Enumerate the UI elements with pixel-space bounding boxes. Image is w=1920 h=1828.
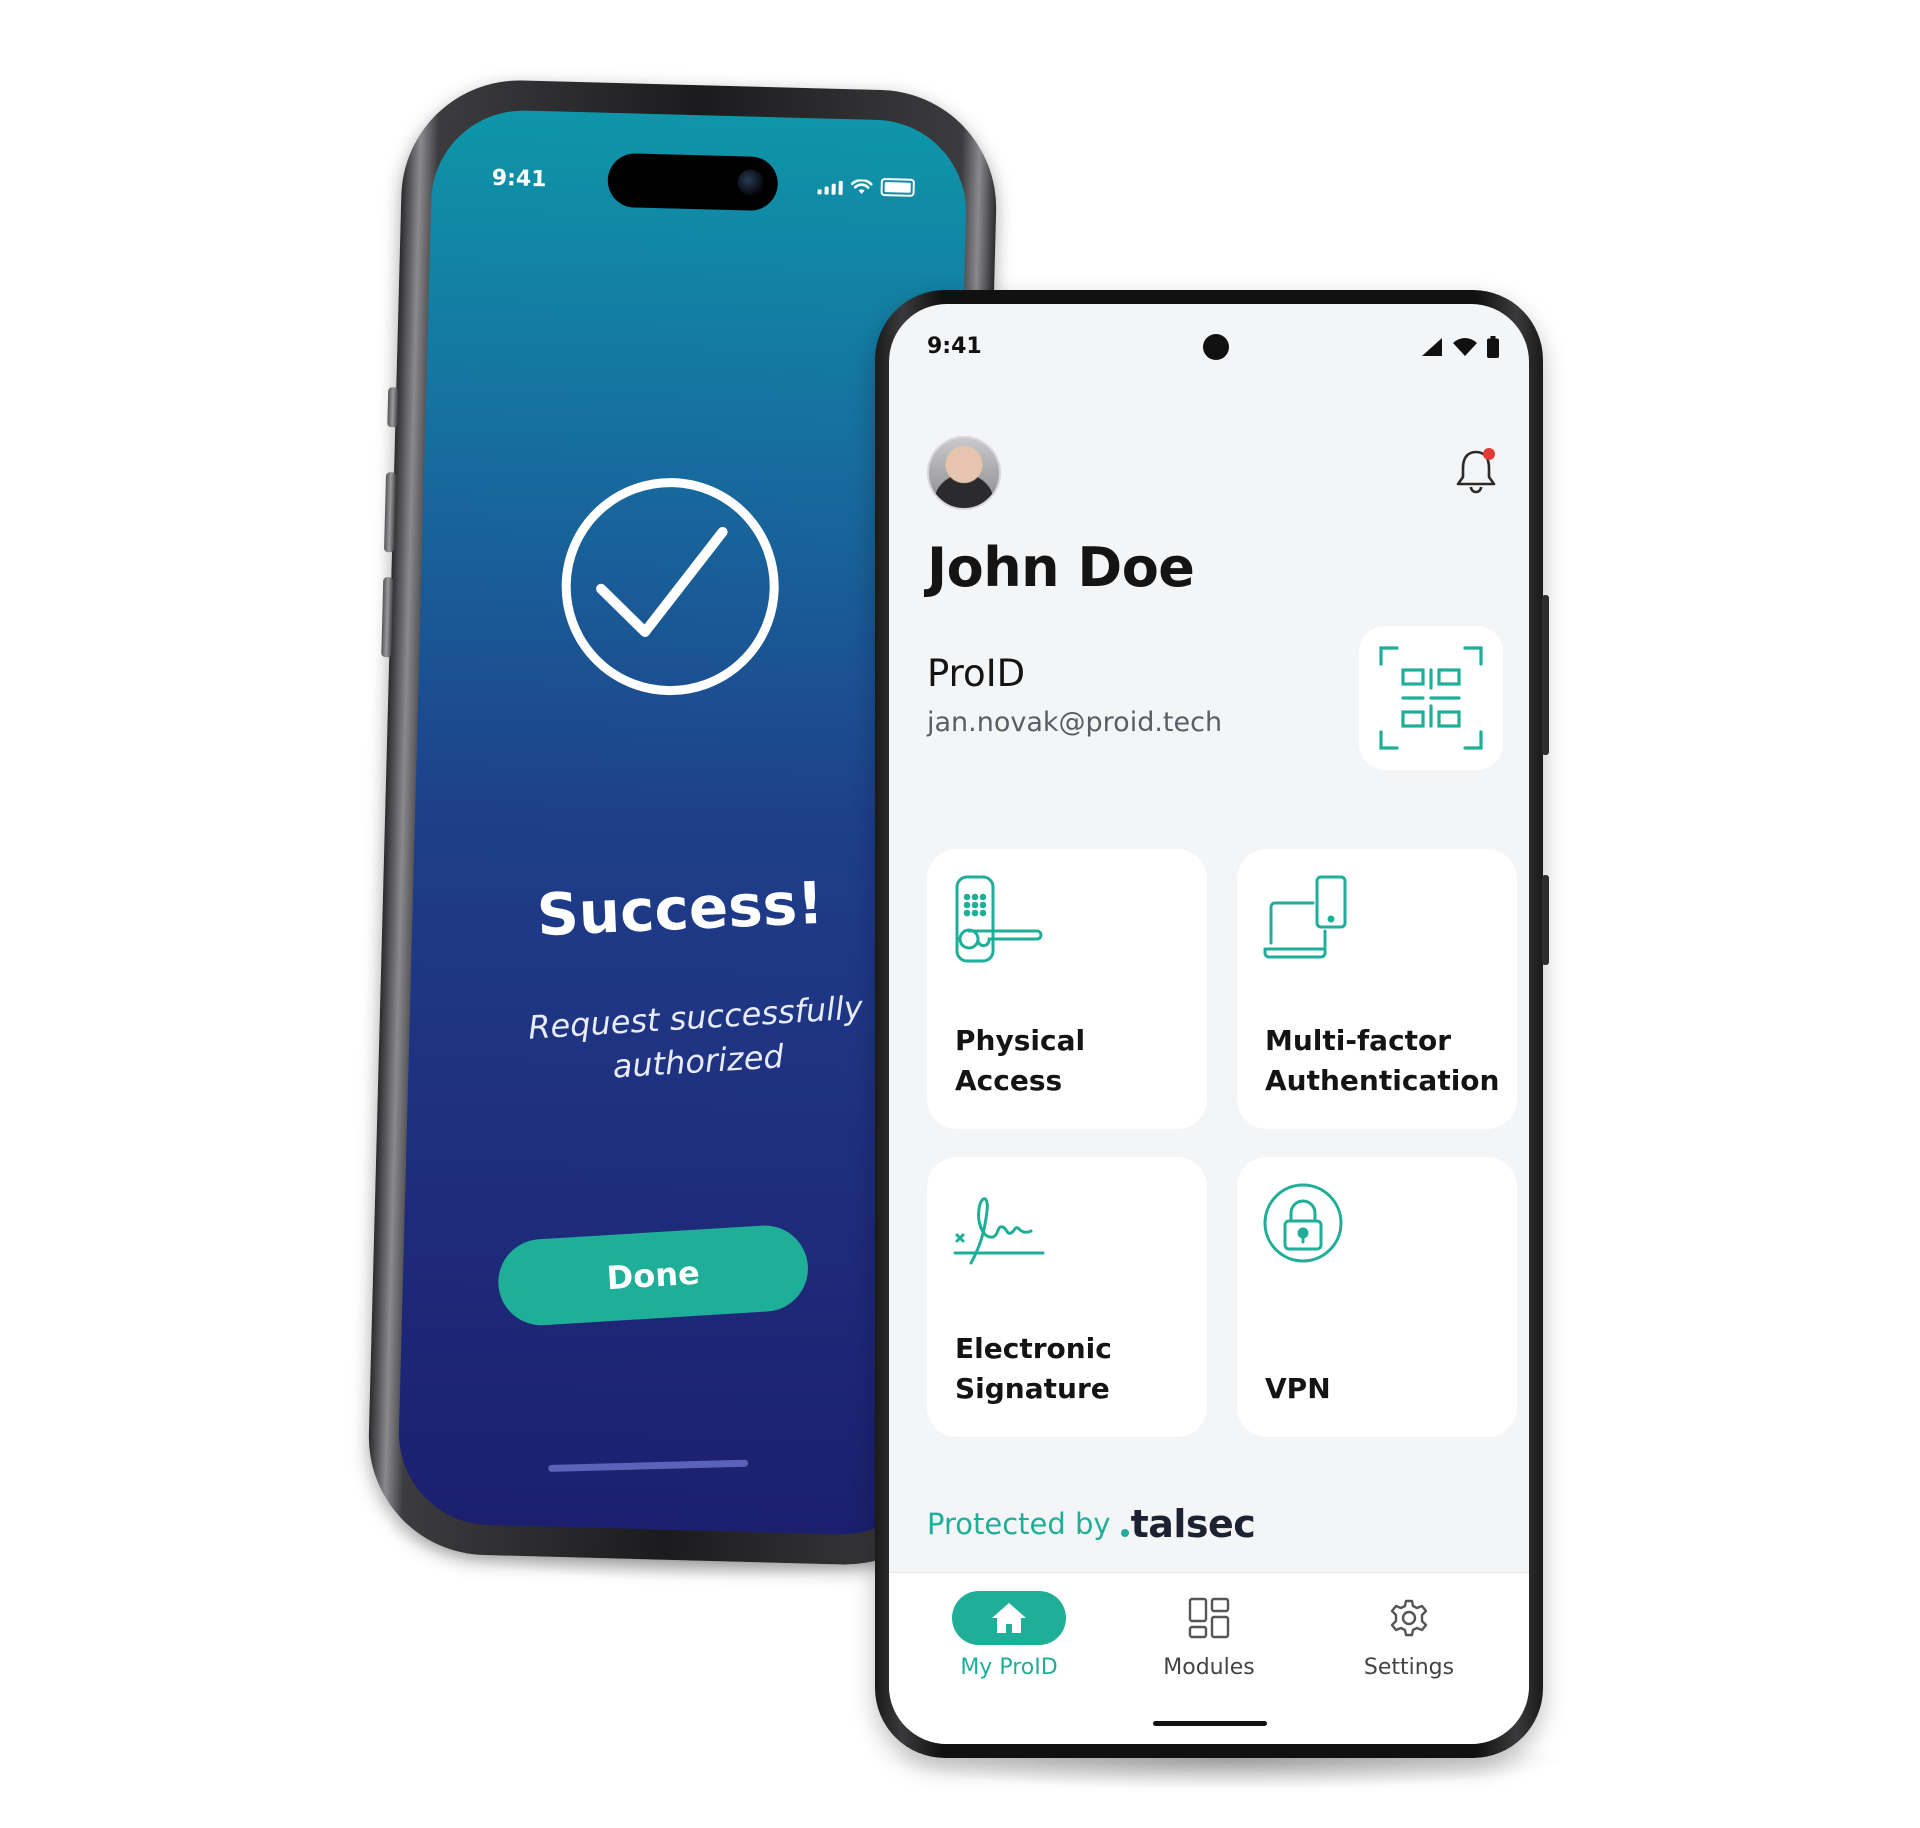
user-email: jan.novak@proid.tech <box>927 707 1223 738</box>
notification-dot <box>1483 448 1495 460</box>
status-icons <box>1421 336 1499 358</box>
avatar[interactable] <box>927 436 1001 510</box>
gesture-bar <box>1153 1721 1267 1726</box>
door-lock-icon <box>955 875 1043 963</box>
tile-physical-access[interactable]: Physical Access <box>927 849 1207 1129</box>
talsec-logo-dot <box>1120 1529 1129 1537</box>
status-time: 9:41 <box>927 334 982 359</box>
checkmark-circle-icon <box>553 470 787 704</box>
protected-prefix: Protected by <box>927 1507 1111 1541</box>
android-volume-rocker <box>1542 595 1549 755</box>
done-button[interactable]: Done <box>495 1223 811 1328</box>
nav-item-settings[interactable]: Settings <box>1309 1591 1509 1680</box>
laptop-phone-icon <box>1263 875 1347 959</box>
gear-icon <box>1352 1591 1466 1645</box>
protected-by: Protected by talsec <box>927 1502 1256 1546</box>
iphone-mute-switch <box>387 387 399 428</box>
status-time: 9:41 <box>491 165 547 193</box>
android-device: 9:41 John Doe ProID jan.novak@proid.tech <box>875 290 1549 1758</box>
tile-label: VPN <box>1265 1372 1331 1405</box>
nav-label: My ProID <box>960 1655 1058 1680</box>
nav-item-modules[interactable]: Modules <box>1109 1591 1309 1680</box>
wifi-icon <box>1453 338 1477 356</box>
modules-grid-icon <box>1152 1591 1266 1645</box>
battery-icon <box>1487 336 1499 358</box>
success-subtitle: Request successfully authorized <box>527 988 864 1086</box>
tile-label: Physical Access <box>955 1024 1086 1097</box>
front-camera <box>1203 334 1229 360</box>
android-power-button <box>1542 875 1549 965</box>
qr-code-button[interactable] <box>1359 626 1503 770</box>
signature-icon <box>953 1197 1045 1265</box>
status-icons <box>817 176 915 197</box>
battery-icon <box>880 177 915 197</box>
nav-item-my-proid[interactable]: My ProID <box>909 1591 1109 1680</box>
home-indicator <box>548 1459 749 1472</box>
talsec-logo[interactable]: talsec <box>1120 1502 1256 1546</box>
dynamic-island <box>607 152 779 212</box>
tile-vpn[interactable]: VPN <box>1237 1157 1517 1437</box>
bottom-navigation: My ProID Modules Settings <box>889 1572 1529 1744</box>
padlock-icon <box>1263 1183 1343 1263</box>
success-title: Success! <box>535 868 825 950</box>
iphone-volume-up <box>383 472 397 553</box>
home-icon <box>952 1591 1066 1645</box>
camera-icon <box>737 169 765 196</box>
tile-label: Electronic Signature <box>955 1332 1112 1405</box>
tile-multi-factor-authentication[interactable]: Multi-factor Authentication <box>1237 849 1517 1129</box>
nav-label: Modules <box>1163 1655 1255 1680</box>
user-name: John Doe <box>927 536 1195 599</box>
cellular-signal-icon <box>817 180 843 195</box>
iphone-volume-down <box>381 577 394 658</box>
qr-scan-icon <box>1379 646 1483 750</box>
tile-label: Multi-factor Authentication <box>1265 1024 1500 1097</box>
notification-bell-icon[interactable] <box>1451 444 1501 496</box>
tile-electronic-signature[interactable]: Electronic Signature <box>927 1157 1207 1437</box>
cellular-signal-icon <box>1422 338 1442 356</box>
product-title: ProID <box>927 652 1026 695</box>
wifi-icon <box>850 179 873 194</box>
home-screen: 9:41 John Doe ProID jan.novak@proid.tech <box>889 304 1529 1744</box>
nav-label: Settings <box>1363 1655 1455 1680</box>
